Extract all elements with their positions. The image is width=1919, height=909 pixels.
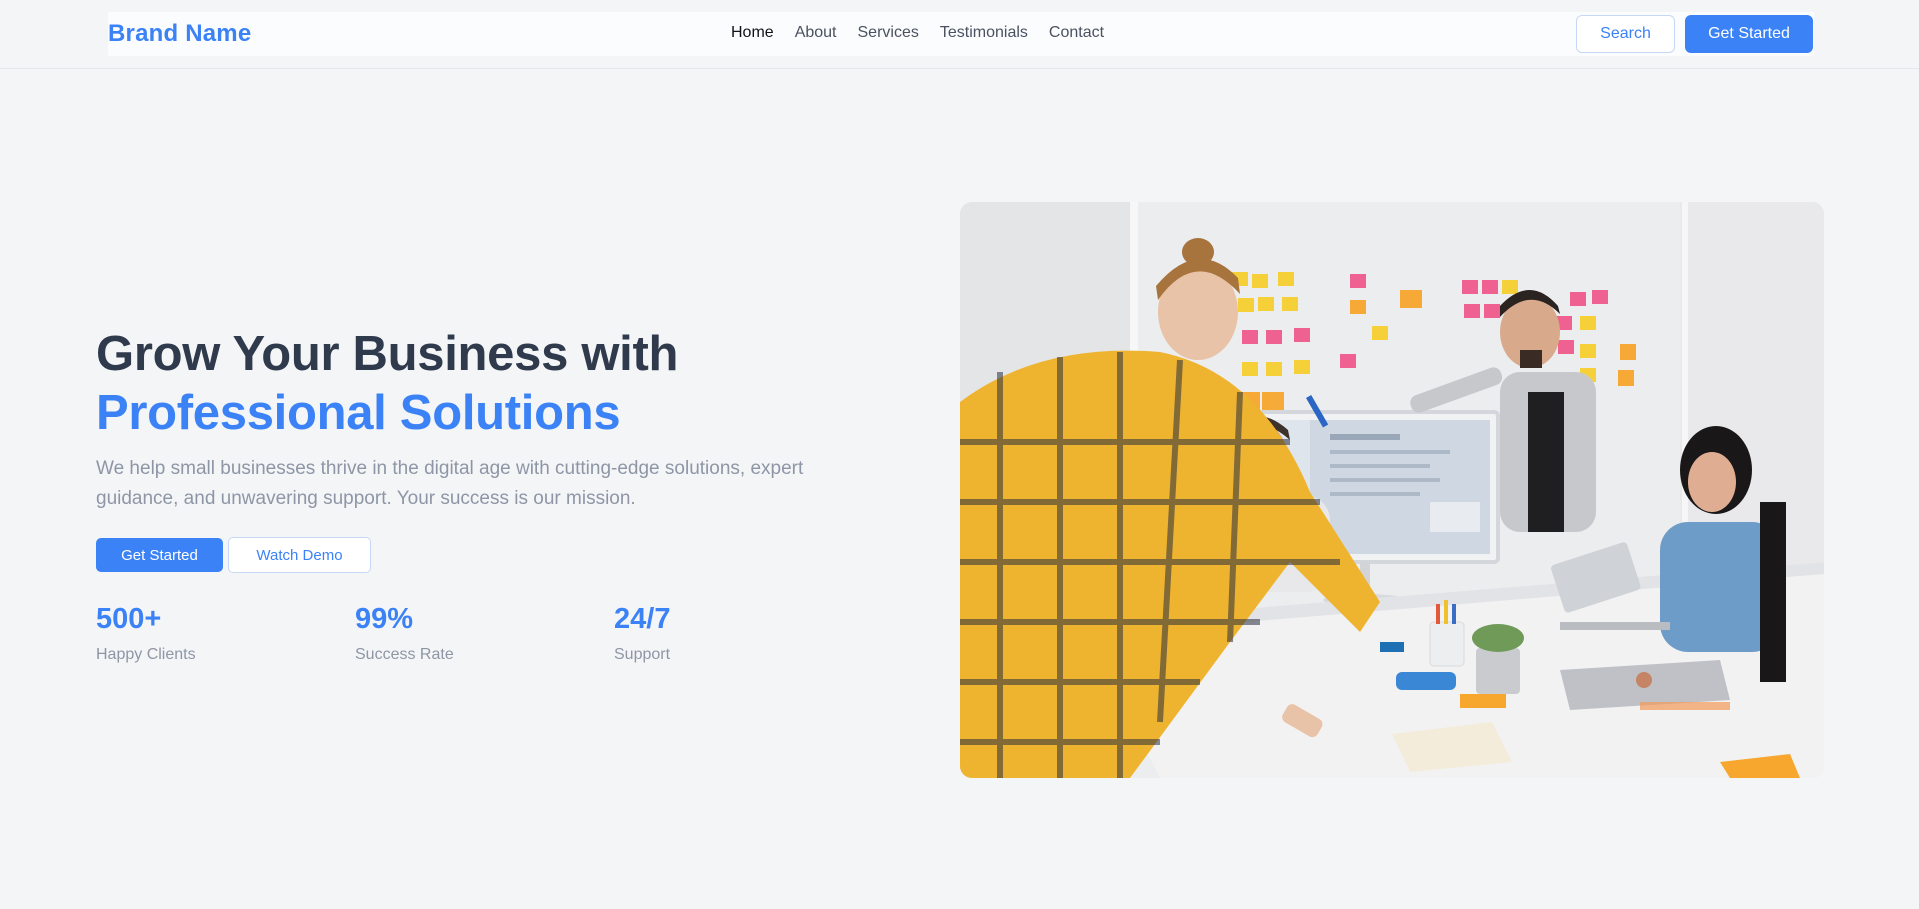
hero-image-team-meeting: [960, 202, 1824, 778]
stat-value: 500+: [96, 603, 162, 635]
main-nav: Home About Services Testimonials Contact: [731, 24, 1104, 42]
stat-label: Happy Clients: [96, 646, 196, 663]
site-header: Brand Name Home About Services Testimoni…: [0, 0, 1919, 69]
watch-demo-button[interactable]: Watch Demo: [228, 537, 371, 573]
stat-label: Success Rate: [355, 646, 454, 663]
stat-support: 24/7 Support: [614, 602, 670, 664]
hero-title-line1: Grow Your Business with: [96, 327, 679, 381]
hero-title: Grow Your Business with Professional Sol…: [96, 325, 896, 443]
stat-success-rate: 99% Success Rate: [355, 602, 454, 664]
nav-item-contact[interactable]: Contact: [1049, 24, 1104, 42]
nav-item-home[interactable]: Home: [731, 24, 774, 42]
stat-happy-clients: 500+ Happy Clients: [96, 602, 196, 664]
nav-item-testimonials[interactable]: Testimonials: [940, 24, 1028, 42]
hero-title-accent: Professional Solutions: [96, 386, 621, 440]
hero-description: We help small businesses thrive in the d…: [96, 458, 804, 509]
nav-item-services[interactable]: Services: [858, 24, 919, 42]
get-started-button[interactable]: Get Started: [96, 538, 223, 572]
stat-value: 99%: [355, 603, 414, 635]
stat-value: 24/7: [614, 603, 671, 635]
search-button[interactable]: Search: [1576, 15, 1675, 53]
header-get-started-button[interactable]: Get Started: [1685, 15, 1813, 53]
nav-item-about[interactable]: About: [795, 24, 837, 42]
stat-label: Support: [614, 646, 671, 663]
brand-logo[interactable]: Brand Name: [108, 20, 251, 48]
